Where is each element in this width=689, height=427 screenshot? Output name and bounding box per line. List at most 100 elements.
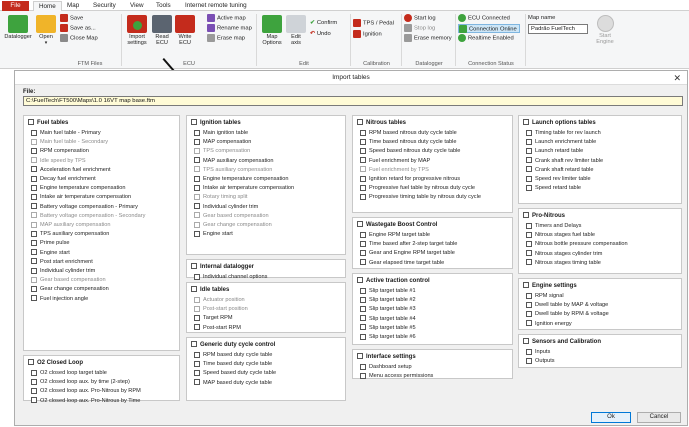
checkbox[interactable] (194, 360, 200, 367)
close-icon[interactable]: ✕ (673, 71, 681, 85)
checkbox[interactable] (194, 379, 200, 386)
write-ecu-button[interactable]: Write ECU (174, 15, 196, 46)
checkbox[interactable] (31, 258, 37, 265)
checkbox-item[interactable]: Inputs (526, 348, 550, 357)
checkbox[interactable] (526, 259, 532, 266)
checkbox-item[interactable]: Progressive timing table by nitrous duty… (360, 193, 481, 202)
checkbox[interactable] (360, 324, 366, 331)
checkbox-item[interactable]: Engine start (31, 249, 70, 258)
checkbox-item[interactable]: MAP based duty cycle table (194, 379, 272, 388)
checkbox[interactable] (526, 184, 532, 191)
checkbox-item[interactable]: Slip target table #3 (360, 305, 416, 314)
undo-button[interactable]: ↶ Undo (310, 30, 331, 39)
checkbox-item[interactable]: Post-start RPM (194, 324, 241, 333)
checkbox[interactable] (526, 129, 532, 136)
checkbox[interactable] (194, 230, 200, 237)
checkbox[interactable] (31, 378, 37, 385)
checkbox-item[interactable]: Speed based duty cycle table (194, 369, 276, 378)
checkbox-item[interactable]: Ignition energy (526, 320, 572, 329)
erase-map-button[interactable]: Erase map (207, 34, 245, 43)
checkbox[interactable] (357, 277, 363, 284)
panel-title-traction[interactable]: Active traction control (357, 277, 430, 285)
checkbox-item[interactable]: Speed rev limiter table (526, 175, 591, 184)
checkbox[interactable] (526, 222, 532, 229)
tab-map[interactable]: Map (62, 1, 84, 11)
checkbox-item[interactable]: RPM compensation (31, 147, 89, 156)
checkbox[interactable] (360, 157, 366, 164)
checkbox[interactable] (191, 341, 197, 348)
checkbox[interactable] (31, 166, 37, 173)
checkbox[interactable] (526, 175, 532, 182)
checkbox[interactable] (194, 175, 200, 182)
checkbox[interactable] (526, 357, 532, 364)
checkbox-item[interactable]: Target RPM (194, 314, 233, 323)
checkbox-item[interactable]: Post start enrichment (31, 258, 93, 267)
checkbox-item[interactable]: Intake air temperature compensation (194, 184, 294, 193)
checkbox[interactable] (360, 147, 366, 154)
checkbox-item[interactable]: Time based nitrous duty cycle table (360, 138, 456, 147)
open-button[interactable]: Open ▾ (35, 15, 57, 46)
checkbox[interactable] (357, 353, 363, 360)
checkbox-item[interactable]: Launch enrichment table (526, 138, 596, 147)
confirm-button[interactable]: ✔ Confirm (310, 19, 337, 28)
checkbox[interactable] (526, 310, 532, 317)
checkbox-item[interactable]: Outputs (526, 357, 555, 366)
checkbox[interactable] (526, 166, 532, 173)
checkbox-item[interactable]: Engine temperature compensation (194, 175, 289, 184)
checkbox-item[interactable]: Speed retard table (526, 184, 581, 193)
checkbox[interactable] (194, 129, 200, 136)
panel-title-datalogger[interactable]: Internal datalogger (191, 263, 254, 271)
checkbox[interactable] (526, 320, 532, 327)
tab-security[interactable]: Security (88, 1, 121, 11)
checkbox-item[interactable]: Engine RPM target table (360, 231, 430, 240)
checkbox[interactable] (360, 240, 366, 247)
tab-file[interactable]: File (2, 1, 29, 11)
checkbox[interactable] (360, 138, 366, 145)
checkbox-item[interactable]: Intake air temperature compensation (31, 193, 131, 202)
erase-memory-button[interactable]: Erase memory (404, 34, 452, 43)
checkbox-item[interactable]: RPM signal (526, 292, 564, 301)
panel-title-nitrous[interactable]: Nitrous tables (357, 119, 406, 127)
checkbox-item[interactable]: O2 closed loop aux. by time (2-step) (31, 378, 130, 387)
checkbox-item[interactable]: Nitrous stages timing table (526, 259, 601, 268)
checkbox-item[interactable]: Slip target table #6 (360, 333, 416, 342)
file-path-field[interactable]: C:\FuelTech\FT500\Maps\1.0 16VT map base… (23, 96, 683, 106)
tab-home[interactable]: Home (33, 1, 62, 11)
checkbox[interactable] (194, 369, 200, 376)
panel-title-sensors[interactable]: Sensors and Calibration (523, 338, 601, 346)
cancel-button[interactable]: Cancel (637, 412, 681, 423)
checkbox[interactable] (28, 359, 34, 366)
checkbox[interactable] (194, 351, 200, 358)
checkbox-item[interactable]: Crank shaft retard table (526, 166, 593, 175)
checkbox[interactable] (360, 333, 366, 340)
checkbox[interactable] (360, 129, 366, 136)
ok-button[interactable]: Ok (591, 412, 631, 423)
checkbox-item[interactable]: Individual cylinder trim (31, 267, 95, 276)
checkbox-item[interactable]: Nitrous bottle pressure compensation (526, 240, 628, 249)
checkbox[interactable] (526, 240, 532, 247)
checkbox[interactable] (523, 212, 529, 219)
checkbox[interactable] (360, 305, 366, 312)
save-button[interactable]: Save (60, 14, 83, 23)
checkbox[interactable] (526, 231, 532, 238)
edit-axis-button[interactable]: Edit axis (286, 15, 306, 46)
checkbox[interactable] (526, 348, 532, 355)
tab-internet-remote-tuning[interactable]: Internet remote tuning (180, 1, 252, 11)
checkbox[interactable] (31, 147, 37, 154)
checkbox-item[interactable]: Gear elapsed time target table (360, 259, 444, 268)
checkbox-item[interactable]: Acceleration fuel enrichment (31, 166, 111, 175)
checkbox[interactable] (191, 119, 197, 126)
checkbox[interactable] (526, 292, 532, 299)
checkbox-item[interactable]: Fuel injection angle (31, 295, 88, 304)
checkbox-item[interactable]: Prime pulse (31, 239, 70, 248)
checkbox[interactable] (360, 175, 366, 182)
checkbox[interactable] (31, 369, 37, 376)
checkbox-item[interactable]: Slip target table #1 (360, 287, 416, 296)
checkbox-item[interactable]: Speed based nitrous duty cycle table (360, 147, 460, 156)
checkbox[interactable] (194, 157, 200, 164)
checkbox-item[interactable]: O2 closed loop aux. Pro-Nitrous by Time (31, 397, 140, 406)
panel-title-fuel[interactable]: Fuel tables (28, 119, 68, 127)
rename-map-button[interactable]: Rename map (207, 24, 252, 33)
checkbox-item[interactable]: Decay fuel enrichment (31, 175, 96, 184)
checkbox[interactable] (523, 282, 529, 289)
